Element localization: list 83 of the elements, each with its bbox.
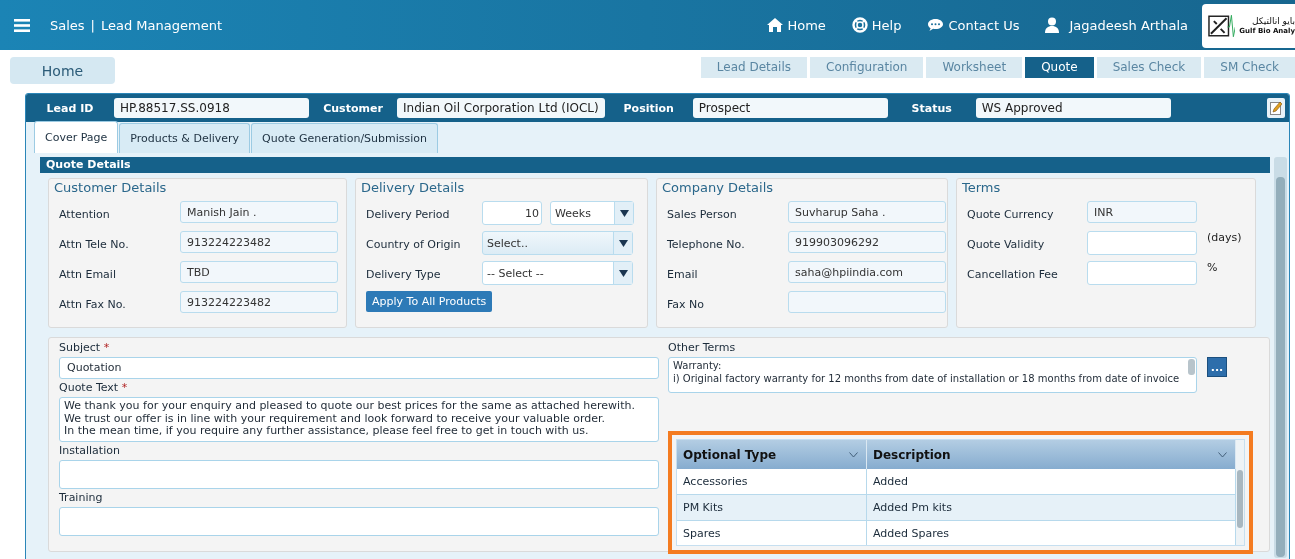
field-label: Subject <box>59 341 101 354</box>
unit-label: % <box>1207 261 1218 274</box>
field-label: Other Terms <box>668 341 737 354</box>
group-title: Customer Details <box>54 180 168 195</box>
home-icon <box>767 18 784 32</box>
input-field[interactable] <box>1087 261 1197 285</box>
field-label: Cancellation Fee <box>966 267 1059 281</box>
field-label: Delivery Period <box>365 207 451 221</box>
field-label: Attn Tele No. <box>58 237 130 251</box>
readonly-field: 919903096292 <box>788 231 946 253</box>
scrollbar[interactable] <box>1274 157 1287 558</box>
scrollbar[interactable] <box>1236 440 1244 545</box>
more-button[interactable]: ... <box>1207 357 1227 377</box>
readonly-field: saha@hpiindia.com <box>788 261 946 283</box>
user-menu[interactable]: Jagadeesh Arthala <box>1045 17 1188 33</box>
readonly-field: 913224223482 <box>180 291 338 313</box>
field-label: Delivery Type <box>365 267 442 281</box>
readonly-field: INR <box>1087 201 1197 223</box>
table-cell: Spares <box>677 521 867 545</box>
field-label: Lead ID <box>45 101 95 115</box>
group-title: Company Details <box>662 180 775 195</box>
nav-link[interactable]: Home <box>767 17 826 33</box>
field-label: Installation <box>59 444 120 457</box>
tab[interactable]: Cover Page <box>34 121 119 153</box>
readonly-field: Prospect <box>692 98 888 118</box>
chevron-down-icon <box>849 451 858 458</box>
readonly-field: Suvharup Saha . <box>788 201 946 223</box>
tab[interactable]: Products & Delivery <box>119 123 251 153</box>
user-icon <box>1045 17 1060 33</box>
field-label: Position <box>622 101 675 115</box>
readonly-field: TBD <box>180 261 338 283</box>
field-label: Country of Origin <box>365 237 462 251</box>
edit-icon[interactable] <box>1267 98 1285 118</box>
required-mark: * <box>121 381 128 394</box>
column-header[interactable]: Optional Type <box>677 440 867 469</box>
readonly-field: Indian Oil Corporation Ltd (IOCL) <box>397 98 605 118</box>
table-cell: Accessories <box>677 469 867 494</box>
field-label: Fax No <box>666 297 706 311</box>
text-area[interactable]: Warranty: i) Original factory warranty for 12 months from date of installation or 18 months from date of invoice <box>668 357 1197 393</box>
field-label: Email <box>666 267 699 281</box>
module-name[interactable]: Sales <box>50 17 85 33</box>
app-title: Lead Management <box>101 17 222 33</box>
step-tab[interactable]: Quote <box>1025 57 1094 78</box>
field-label: Sales Person <box>666 207 738 221</box>
dropdown[interactable]: Select.. <box>482 231 633 255</box>
apply-button[interactable]: Apply To All Products <box>366 291 493 312</box>
field-label: Quote Validity <box>966 237 1046 251</box>
home-button[interactable]: Home <box>10 57 115 84</box>
menu-icon[interactable] <box>14 18 30 32</box>
help-icon <box>851 17 868 33</box>
section-header: Quote Details <box>40 157 1270 173</box>
readonly-field: HP.88517.SS.0918 <box>114 98 309 118</box>
readonly-field: WS Approved <box>975 98 1171 118</box>
input-field[interactable]: Quotation <box>59 357 659 379</box>
tab[interactable]: Quote Generation/Submission <box>251 123 438 153</box>
nav-link[interactable]: Help <box>851 17 902 33</box>
field-label: Attn Fax No. <box>58 297 127 311</box>
readonly-field: Manish Jain . <box>180 201 338 223</box>
text-area[interactable] <box>59 460 659 489</box>
field-label: Attn Email <box>58 267 117 281</box>
chevron-down-icon <box>1218 451 1227 458</box>
dropdown[interactable]: Weeks <box>550 201 634 225</box>
field-label: Attention <box>58 207 111 221</box>
text-area[interactable]: We thank you for your enquiry and pleased to quote our best prices for the same as attached herewith. We trust our offer is in line with your requirement and look forward to receive your valuable order. In the mean time, if you require any further assistance, please feel free to get in touch with us. <box>59 397 659 442</box>
title-separator: | <box>90 17 95 33</box>
nav-link[interactable]: Contact Us <box>927 17 1020 33</box>
unit-label: (days) <box>1207 231 1242 244</box>
field-label: Training <box>59 491 103 504</box>
table-cell: PM Kits <box>677 495 867 520</box>
input-field[interactable] <box>1087 231 1197 255</box>
field-label: Status <box>910 101 953 115</box>
group-title: Delivery Details <box>361 180 466 195</box>
readonly-field: 913224223482 <box>180 231 338 253</box>
field-label: Customer <box>322 101 384 115</box>
group-title: Terms <box>962 180 1002 195</box>
field-label: Quote Text <box>59 381 119 394</box>
number-field[interactable]: 10 <box>482 201 542 225</box>
dropdown[interactable]: -- Select -- <box>482 261 633 285</box>
required-mark: * <box>103 341 110 354</box>
field-label: Telephone No. <box>666 237 746 251</box>
field-label: Quote Currency <box>966 207 1055 221</box>
chat-bubble-icon <box>927 18 945 32</box>
text-area[interactable] <box>59 507 659 536</box>
